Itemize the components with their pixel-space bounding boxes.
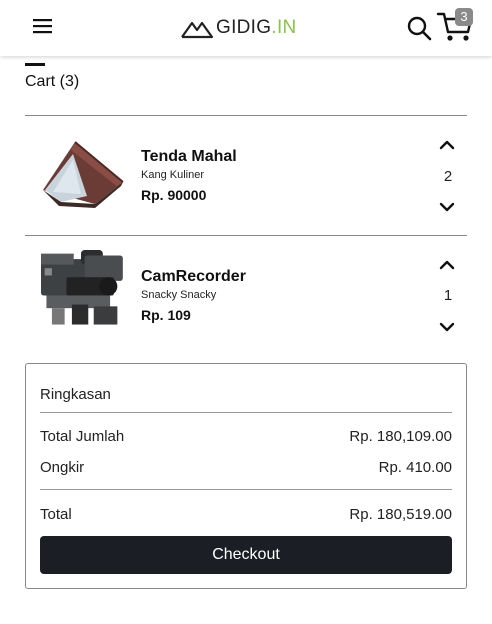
top-navbar: GIDIG.IN 3	[0, 0, 492, 56]
checkout-button[interactable]: Checkout	[40, 536, 452, 574]
cart-item: Tenda Mahal Kang Kuliner Rp. 90000 2	[25, 120, 467, 240]
chevron-down-icon[interactable]	[438, 200, 456, 214]
total-value: Rp. 180,519.00	[349, 506, 452, 523]
site-logo[interactable]: GIDIG.IN	[180, 15, 297, 41]
item-quantity: 2	[443, 168, 453, 185]
chevron-down-icon[interactable]	[438, 320, 456, 334]
logo-text-suffix: IN	[276, 17, 297, 38]
total-label: Total	[40, 506, 72, 523]
summary-title: Ringkasan	[40, 386, 111, 403]
summary-divider	[40, 412, 452, 413]
shipping-value: Rp. 410.00	[378, 459, 452, 476]
subtotal-label: Total Jumlah	[40, 428, 125, 445]
logo-text-main: GIDIG	[216, 17, 272, 38]
item-name[interactable]: CamRecorder	[141, 268, 246, 286]
cart-item: CamRecorder Snacky Snacky Rp. 109 1	[25, 240, 467, 360]
tent-product-image[interactable]	[35, 132, 127, 212]
cart-heading: Cart (3)	[25, 73, 80, 90]
logo-text: GIDIG.IN	[216, 17, 297, 39]
divider	[25, 235, 467, 236]
item-quantity: 1	[443, 287, 453, 304]
shipping-label: Ongkir	[40, 459, 85, 476]
item-price: Rp. 109	[141, 307, 191, 323]
item-price: Rp. 90000	[141, 187, 207, 203]
hamburger-menu-icon[interactable]	[28, 13, 58, 39]
item-seller: Kang Kuliner	[141, 169, 204, 181]
order-summary-card: Ringkasan Total Jumlah Rp. 180,109.00 On…	[25, 363, 467, 589]
chevron-up-icon[interactable]	[438, 258, 456, 272]
item-name[interactable]: Tenda Mahal	[141, 148, 237, 166]
camcorder-product-image[interactable]	[35, 250, 127, 330]
divider	[25, 115, 467, 116]
summary-divider	[40, 489, 452, 490]
cart-count-badge: 3	[455, 8, 473, 26]
mountain-logo-icon	[181, 21, 214, 39]
cart-heading-accent-bar	[25, 63, 45, 66]
search-icon[interactable]	[404, 13, 434, 43]
subtotal-value: Rp. 180,109.00	[349, 428, 452, 445]
chevron-up-icon[interactable]	[438, 138, 456, 152]
item-seller: Snacky Snacky	[141, 289, 217, 301]
